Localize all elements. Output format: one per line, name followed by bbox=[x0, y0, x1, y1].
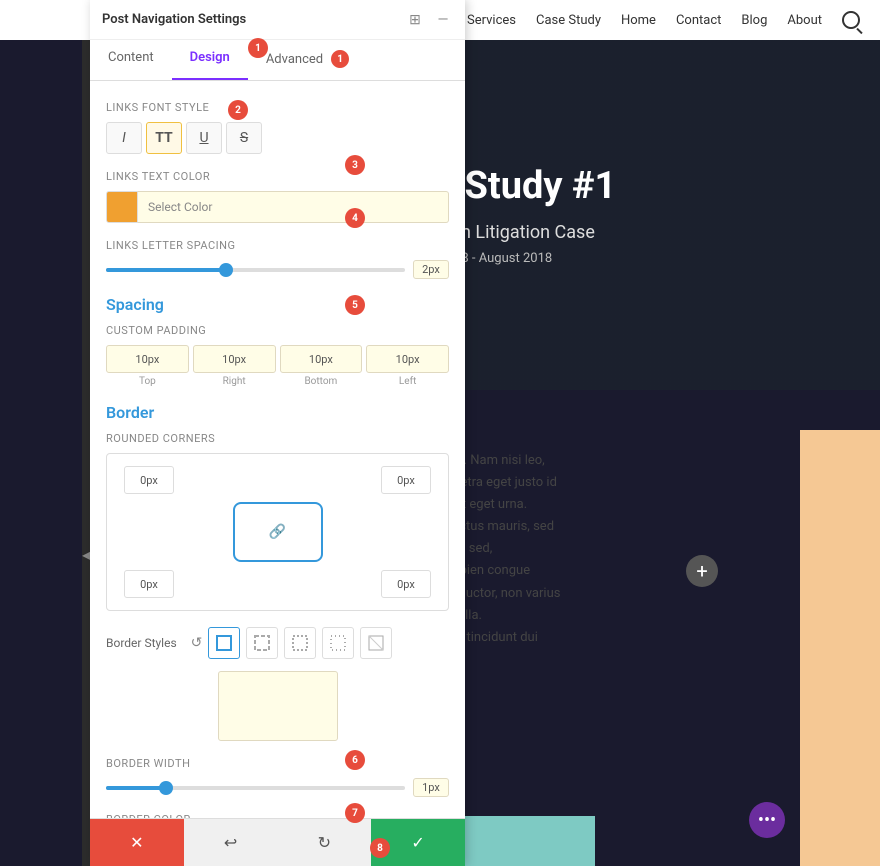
search-icon[interactable] bbox=[842, 11, 860, 29]
underline-button[interactable]: U bbox=[186, 122, 222, 154]
border-styles-label: Border Styles bbox=[106, 636, 177, 650]
redo-button[interactable]: ↻ bbox=[278, 819, 372, 866]
padding-top-label: Top bbox=[139, 376, 156, 387]
border-style-dotted[interactable] bbox=[322, 627, 354, 659]
border-width-label: Border Width bbox=[106, 757, 449, 770]
padding-bottom-input[interactable]: 10px bbox=[280, 345, 363, 373]
padding-right-input[interactable]: 10px bbox=[193, 345, 276, 373]
padding-left-cell: 10px Left bbox=[366, 345, 449, 387]
panel-header-icons: ⊞ — bbox=[405, 10, 453, 30]
padding-right-label: Right bbox=[223, 376, 246, 387]
nav-home[interactable]: Home bbox=[621, 13, 656, 28]
border-width-thumb[interactable] bbox=[159, 781, 173, 795]
custom-padding-label: Custom Padding bbox=[106, 324, 449, 337]
ellipsis-button[interactable]: ••• bbox=[749, 802, 785, 838]
padding-right-cell: 10px Right bbox=[193, 345, 276, 387]
corner-tr-input[interactable]: 0px bbox=[381, 466, 431, 494]
corner-tl-input[interactable]: 0px bbox=[124, 466, 174, 494]
border-preview bbox=[218, 671, 338, 741]
border-style-dashed-inner[interactable] bbox=[284, 627, 316, 659]
rounded-corners-label: Rounded Corners bbox=[106, 432, 449, 445]
bottom-toolbar: ✕ ↩ ↻ ✓ bbox=[90, 818, 465, 866]
panel-title: Post Navigation Settings bbox=[102, 12, 246, 27]
border-style-solid[interactable] bbox=[208, 627, 240, 659]
panel-tabs: Content Design Advanced 1 bbox=[90, 40, 465, 81]
letter-spacing-track[interactable] bbox=[106, 268, 405, 272]
text-color-swatch[interactable] bbox=[106, 191, 138, 223]
padding-left-label: Left bbox=[399, 376, 416, 387]
cancel-button[interactable]: ✕ bbox=[90, 819, 184, 866]
padding-bottom-label: Bottom bbox=[304, 376, 337, 387]
orange-sidebar bbox=[800, 430, 880, 866]
italic-button[interactable]: I bbox=[106, 122, 142, 154]
undo-button[interactable]: ↩ bbox=[184, 819, 278, 866]
padding-top-cell: 10px Top bbox=[106, 345, 189, 387]
padding-bottom-cell: 10px Bottom bbox=[280, 345, 363, 387]
text-color-row: Select Color bbox=[106, 191, 449, 223]
border-style-none[interactable] bbox=[360, 627, 392, 659]
tab-design[interactable]: Design bbox=[172, 40, 248, 80]
panel-header: Post Navigation Settings ⊞ — bbox=[90, 0, 465, 40]
corner-preview-box: 🔗 bbox=[233, 502, 323, 562]
border-title: Border bbox=[106, 403, 449, 422]
tab-advanced[interactable]: Advanced 1 bbox=[248, 40, 367, 80]
border-style-dashed-outer[interactable] bbox=[246, 627, 278, 659]
advanced-badge: 1 bbox=[331, 50, 349, 68]
minimize-icon[interactable]: — bbox=[433, 10, 453, 30]
text-color-select-button[interactable]: Select Color bbox=[138, 191, 449, 223]
left-vertical-bar bbox=[82, 40, 90, 866]
expand-icon[interactable]: ⊞ bbox=[405, 10, 425, 30]
corner-bl-input[interactable]: 0px bbox=[124, 570, 174, 598]
links-text-color-label: Links Text Color bbox=[106, 170, 449, 183]
hero-subtitle: ruction Litigation Case bbox=[415, 222, 840, 243]
nav-case-study[interactable]: Case Study bbox=[536, 13, 601, 28]
links-letter-spacing-label: Links Letter Spacing bbox=[106, 239, 449, 252]
tab-content[interactable]: Content bbox=[90, 40, 172, 80]
link-icon[interactable]: 🔗 bbox=[269, 524, 286, 540]
plus-button[interactable]: + bbox=[686, 555, 718, 587]
font-style-row: I TT U S bbox=[106, 122, 449, 154]
letter-spacing-thumb[interactable] bbox=[219, 263, 233, 277]
corner-br-input[interactable]: 0px bbox=[381, 570, 431, 598]
settings-panel: Post Navigation Settings ⊞ — Content Des… bbox=[90, 0, 465, 866]
bold-button[interactable]: TT bbox=[146, 122, 182, 154]
border-width-slider-row: 1px bbox=[106, 778, 449, 797]
padding-left-input[interactable]: 10px bbox=[366, 345, 449, 373]
padding-grid: 10px Top 10px Right 10px Bottom 10px Lef… bbox=[106, 345, 449, 387]
letter-spacing-slider-row: 2px bbox=[106, 260, 449, 279]
links-font-style-label: Links Font Style bbox=[106, 101, 449, 114]
letter-spacing-value: 2px bbox=[413, 260, 449, 279]
nav-blog[interactable]: Blog bbox=[741, 13, 767, 28]
nav-about[interactable]: About bbox=[787, 13, 822, 28]
border-styles-row: Border Styles ↺ bbox=[106, 627, 449, 659]
nav-services[interactable]: Services bbox=[467, 13, 516, 28]
border-width-track[interactable] bbox=[106, 786, 405, 790]
hero-date: une 2018 - August 2018 bbox=[415, 251, 840, 266]
reset-border-icon[interactable]: ↺ bbox=[191, 635, 203, 651]
rounded-corners-container: 0px 0px 🔗 0px 0px bbox=[106, 453, 449, 611]
border-width-value: 1px bbox=[413, 778, 449, 797]
strikethrough-button[interactable]: S bbox=[226, 122, 262, 154]
hero-title: se Study #1 bbox=[415, 164, 840, 210]
spacing-title: Spacing bbox=[106, 295, 449, 314]
padding-top-input[interactable]: 10px bbox=[106, 345, 189, 373]
nav-contact[interactable]: Contact bbox=[676, 13, 721, 28]
panel-content: Links Font Style I TT U S Links Text Col… bbox=[90, 81, 465, 818]
save-button[interactable]: ✓ bbox=[371, 819, 465, 866]
